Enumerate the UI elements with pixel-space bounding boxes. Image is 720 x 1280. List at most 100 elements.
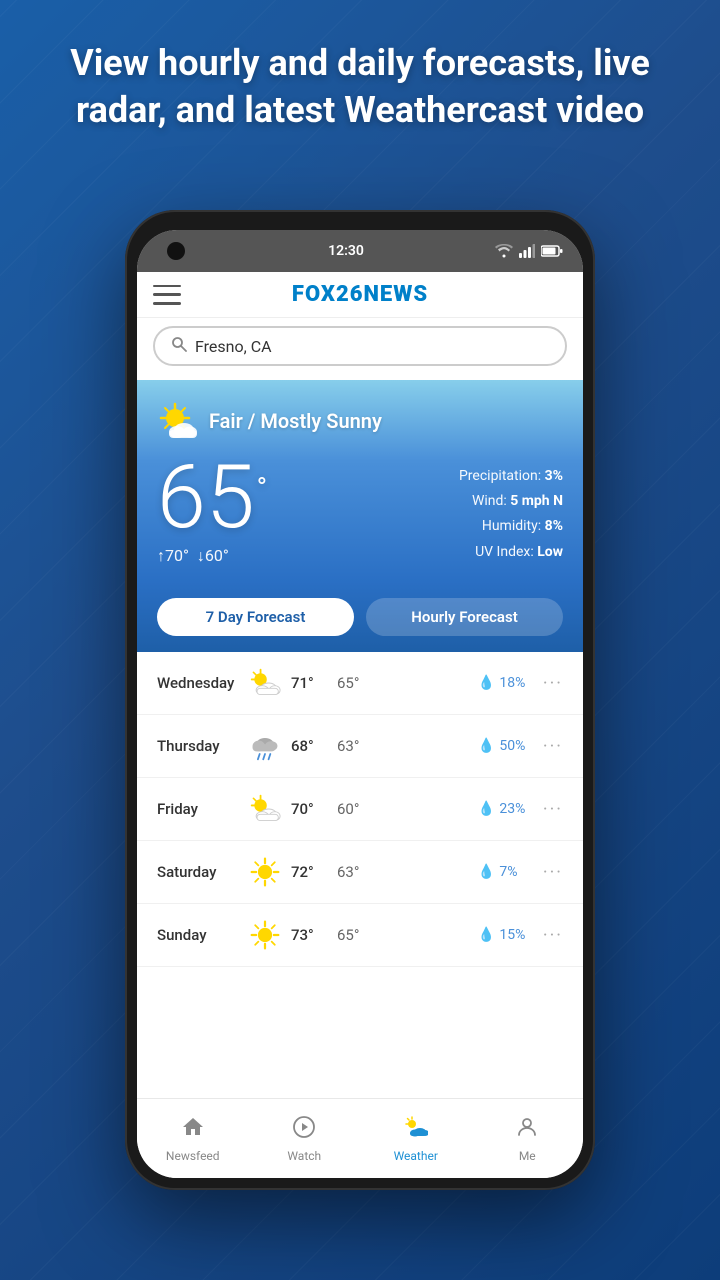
precip-percent: 50% <box>499 738 525 754</box>
forecast-high: 70° <box>291 800 329 818</box>
low-temp-val: 60° <box>205 546 229 565</box>
forecast-precip: 💧 50% <box>478 738 543 754</box>
menu-line-3 <box>153 302 181 305</box>
forecast-day: Saturday <box>157 863 247 881</box>
forecast-high: 72° <box>291 863 329 881</box>
forecast-row: Saturday 72° 63° 💧 7% ··· <box>137 841 583 904</box>
forecast-temps: 73° 65° <box>283 926 478 944</box>
forecast-temps: 70° 60° <box>283 800 478 818</box>
status-bar: 12:30 <box>137 230 583 272</box>
nav-item-watch[interactable]: Watch <box>249 1099 361 1178</box>
nav-label-weather: Weather <box>394 1149 438 1163</box>
more-options-button[interactable]: ··· <box>543 799 563 820</box>
rain-drop-icon: 💧 <box>478 927 495 943</box>
forecast-day: Sunday <box>157 926 247 944</box>
camera-notch <box>167 242 185 260</box>
nav-item-me[interactable]: Me <box>472 1099 584 1178</box>
nav-label-me: Me <box>519 1149 536 1163</box>
rain-drop-icon: 💧 <box>478 738 495 754</box>
forecast-row: Thursday 68° 63° 💧 50% ··· <box>137 715 583 778</box>
humidity-stat: Humidity: 8% <box>459 514 563 539</box>
forecast-list: Wednesday 71° 65° 💧 18% ··· Thursday <box>137 652 583 967</box>
more-options-button[interactable]: ··· <box>543 736 563 757</box>
condition-label: Fair / Mostly Sunny <box>209 409 382 433</box>
forecast-row: Friday 70° 60° 💧 23% ··· <box>137 778 583 841</box>
forecast-day: Thursday <box>157 737 247 755</box>
search-value: Fresno, CA <box>195 337 272 356</box>
more-options-button[interactable]: ··· <box>543 862 563 883</box>
uv-stat: UV Index: Low <box>459 540 563 565</box>
precip-stat: Precipitation: 3% <box>459 464 563 489</box>
forecast-high: 71° <box>291 674 329 692</box>
high-low-temps: ↑70° ↓60° <box>157 546 443 566</box>
forecast-low: 65° <box>337 926 375 944</box>
forecast-tabs: 7 Day Forecast Hourly Forecast <box>137 582 583 652</box>
tab-hourly[interactable]: Hourly Forecast <box>366 598 563 636</box>
rain-drop-icon: 💧 <box>478 675 495 691</box>
menu-line-2 <box>153 293 181 296</box>
degree-symbol: ° <box>257 471 267 504</box>
weather-main-section: Fair / Mostly Sunny 65° ↑70° ↓60° Precip… <box>137 380 583 582</box>
promo-headline: View hourly and daily forecasts, live ra… <box>0 40 720 134</box>
status-icons <box>495 244 563 258</box>
forecast-weather-icon <box>247 854 283 890</box>
weather-stats: Precipitation: 3% Wind: 5 mph N Humidity… <box>459 454 563 565</box>
phone-screen: 12:30 <box>137 230 583 1178</box>
forecast-temps: 68° 63° <box>283 737 478 755</box>
search-icon <box>171 336 187 356</box>
nav-label-watch: Watch <box>287 1149 321 1163</box>
nav-item-weather[interactable]: Weather <box>360 1099 472 1178</box>
high-temp-val: 70° <box>165 546 189 565</box>
nav-item-newsfeed[interactable]: Newsfeed <box>137 1099 249 1178</box>
forecast-weather-icon <box>247 791 283 827</box>
precip-percent: 7% <box>499 864 517 880</box>
forecast-precip: 💧 18% <box>478 675 543 691</box>
brand-logo: FOX26NEWS <box>181 282 539 307</box>
forecast-high: 68° <box>291 737 329 755</box>
forecast-weather-icon <box>247 665 283 701</box>
forecast-row: Sunday 73° 65° 💧 15% ··· <box>137 904 583 967</box>
menu-button[interactable] <box>153 285 181 305</box>
forecast-precip: 💧 23% <box>478 801 543 817</box>
app-header: FOX26NEWS <box>137 272 583 318</box>
forecast-weather-icon <box>247 917 283 953</box>
forecast-low: 63° <box>337 863 375 881</box>
forecast-weather-icon <box>247 728 283 764</box>
bottom-nav: Newsfeed Watch Weather Me <box>137 1098 583 1178</box>
phone-frame: 12:30 <box>125 210 595 1190</box>
weather-condition-row: Fair / Mostly Sunny <box>157 400 563 442</box>
precip-percent: 23% <box>499 801 525 817</box>
more-options-button[interactable]: ··· <box>543 673 563 694</box>
wind-stat: Wind: 5 mph N <box>459 489 563 514</box>
forecast-temps: 72° 63° <box>283 863 478 881</box>
forecast-low: 63° <box>337 737 375 755</box>
forecast-low: 60° <box>337 800 375 818</box>
forecast-row: Wednesday 71° 65° 💧 18% ··· <box>137 652 583 715</box>
forecast-day: Wednesday <box>157 674 247 692</box>
play-icon <box>292 1115 316 1145</box>
forecast-high: 73° <box>291 926 329 944</box>
forecast-temps: 71° 65° <box>283 674 478 692</box>
precip-percent: 18% <box>499 675 525 691</box>
wifi-icon <box>495 244 513 258</box>
cloud-sun-icon <box>404 1115 428 1145</box>
search-bar[interactable]: Fresno, CA <box>153 326 567 366</box>
main-temperature: 65° <box>157 454 443 542</box>
weather-condition-icon <box>157 400 199 442</box>
forecast-precip: 💧 15% <box>478 927 543 943</box>
temperature-section: 65° ↑70° ↓60° <box>157 454 443 566</box>
menu-line-1 <box>153 285 181 288</box>
rain-drop-icon: 💧 <box>478 801 495 817</box>
nav-label-newsfeed: Newsfeed <box>166 1149 220 1163</box>
battery-icon <box>541 245 563 257</box>
rain-drop-icon: 💧 <box>478 864 495 880</box>
forecast-low: 65° <box>337 674 375 692</box>
more-options-button[interactable]: ··· <box>543 925 563 946</box>
precip-percent: 15% <box>499 927 525 943</box>
forecast-precip: 💧 7% <box>478 864 543 880</box>
tab-7day[interactable]: 7 Day Forecast <box>157 598 354 636</box>
weather-details-row: 65° ↑70° ↓60° Precipitation: 3% Wind: 5 … <box>157 454 563 566</box>
search-container: Fresno, CA <box>137 318 583 380</box>
forecast-day: Friday <box>157 800 247 818</box>
status-time: 12:30 <box>328 243 364 259</box>
